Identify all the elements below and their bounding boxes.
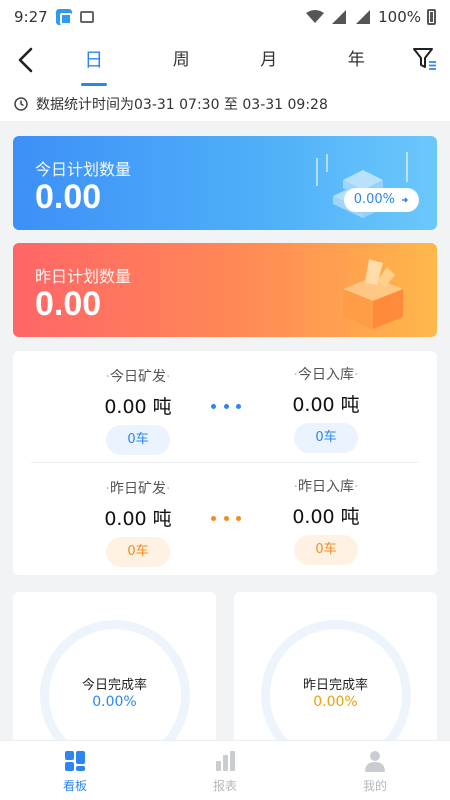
app-notification-icon	[55, 9, 72, 25]
tab-profile-label: 我的	[362, 779, 387, 793]
yesterday-stored-block[interactable]: ·昨日入库· 0.00 吨 0车	[256, 476, 396, 565]
bottom-tab-bar: 看板 报表 我的	[0, 740, 450, 800]
flow-dots-today	[211, 404, 241, 409]
box-illustration-icon	[343, 259, 403, 329]
divider	[31, 462, 419, 463]
battery-icon	[427, 9, 436, 25]
yesterday-mined-trucks: 0车	[106, 537, 170, 567]
signal-icon-2	[356, 10, 371, 24]
stat-time-range: 数据统计时间为03-31 07:30 至 03-31 09:28	[0, 86, 450, 122]
today-completion-value: 0.00%	[92, 694, 137, 710]
arrow-right-icon	[402, 197, 408, 203]
tab-month[interactable]: 月	[225, 34, 313, 86]
battery-percent: 100%	[378, 8, 421, 26]
today-completion-card[interactable]: 今日完成率 0.00%	[13, 592, 216, 762]
today-mined-trucks: 0车	[106, 425, 170, 455]
time-range-text: 数据统计时间为03-31 07:30 至 03-31 09:28	[36, 96, 328, 113]
tab-day[interactable]: 日	[50, 34, 138, 86]
yesterday-completion-label: 昨日完成率	[302, 678, 368, 693]
yesterday-stored-amount: 0.00 吨	[292, 506, 360, 528]
tab-reports[interactable]: 报表	[150, 741, 300, 800]
wifi-icon	[306, 10, 325, 23]
today-stored-trucks: 0车	[294, 423, 358, 453]
today-stored-label: ·今日入库·	[293, 367, 359, 383]
signal-icon	[332, 10, 347, 24]
yesterday-stored-trucks: 0车	[294, 535, 358, 565]
yesterday-mined-amount: 0.00 吨	[104, 508, 172, 530]
today-stored-amount: 0.00 吨	[292, 394, 360, 416]
clock-icon	[14, 96, 28, 111]
flow-dots-yesterday	[211, 516, 241, 521]
today-stored-block[interactable]: ·今日入库· 0.00 吨 0车	[256, 364, 396, 453]
yesterday-completion-card[interactable]: 昨日完成率 0.00%	[234, 592, 437, 762]
status-bar: 9:27 100%	[0, 0, 450, 34]
tab-year[interactable]: 年	[313, 34, 401, 86]
yesterday-mined-block[interactable]: ·昨日矿发· 0.00 吨 0车	[68, 478, 208, 567]
today-mined-block[interactable]: ·今日矿发· 0.00 吨 0车	[68, 366, 208, 455]
tab-dashboard-label: 看板	[62, 779, 87, 793]
bar-chart-icon	[216, 751, 235, 771]
today-plan-card[interactable]: 今日计划数量 0.00 0.00%	[13, 136, 437, 230]
dashboard-icon	[65, 751, 85, 771]
today-percent-value: 0.00%	[353, 192, 395, 207]
image-notification-icon	[79, 11, 94, 23]
tab-reports-label: 报表	[212, 779, 237, 793]
tab-dashboard[interactable]: 看板	[0, 741, 150, 800]
filter-icon[interactable]	[412, 46, 438, 72]
yesterday-plan-label: 昨日计划数量	[35, 267, 132, 286]
back-arrow-icon[interactable]	[14, 46, 40, 74]
yesterday-plan-value: 0.00	[35, 285, 102, 323]
user-icon	[365, 751, 385, 772]
today-mined-amount: 0.00 吨	[104, 396, 172, 418]
top-nav: 日 周 月 年	[0, 34, 450, 86]
yesterday-stored-label: ·昨日入库·	[293, 479, 359, 495]
tab-profile[interactable]: 我的	[300, 741, 450, 800]
transport-summary-card: ·今日矿发· 0.00 吨 0车 ·今日入库· 0.00 吨 0车 ·昨日矿发·…	[13, 351, 437, 575]
status-time: 9:27	[14, 8, 48, 26]
period-tabs: 日 周 月 年	[50, 34, 400, 86]
tab-week[interactable]: 周	[138, 34, 226, 86]
yesterday-completion-value: 0.00%	[313, 694, 358, 710]
yesterday-plan-card[interactable]: 昨日计划数量 0.00	[13, 243, 437, 337]
today-mined-label: ·今日矿发·	[105, 369, 171, 385]
yesterday-mined-label: ·昨日矿发·	[105, 481, 171, 497]
today-percent-pill[interactable]: 0.00%	[343, 188, 419, 212]
today-plan-value: 0.00	[35, 178, 102, 216]
today-completion-label: 今日完成率	[81, 678, 147, 693]
today-plan-label: 今日计划数量	[35, 160, 132, 179]
